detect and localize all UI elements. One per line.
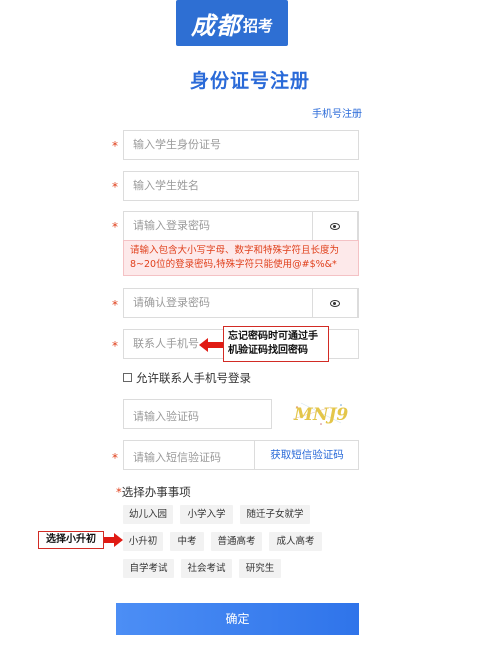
confirm-password-placeholder: 请确认登录密码 bbox=[133, 296, 210, 309]
allow-phone-login-label[interactable]: 允许联系人手机号登录 bbox=[136, 370, 251, 386]
verify-code-input[interactable]: 请输入验证码 bbox=[123, 399, 272, 429]
section-label-text: 选择办事事项 bbox=[121, 485, 191, 499]
tag-zhongkao[interactable]: 中考 bbox=[170, 532, 204, 551]
verify-code-placeholder: 请输入验证码 bbox=[133, 410, 199, 423]
tag-gaokao[interactable]: 普通高考 bbox=[211, 532, 262, 551]
logo-text-main: 成都 bbox=[190, 10, 241, 40]
toggle-password-visibility[interactable] bbox=[312, 211, 358, 241]
student-id-input[interactable]: 输入学生身份证号 bbox=[123, 130, 359, 160]
password-hint: 请输入包含大小写字母、数字和特殊字符且长度为8~20位的登录密码,特殊字符只能使… bbox=[123, 240, 359, 276]
submit-button[interactable]: 确定 bbox=[116, 603, 359, 635]
tag-graduate[interactable]: 研究生 bbox=[239, 559, 281, 578]
required-mark: * bbox=[112, 451, 118, 465]
section-label: *选择办事事项 bbox=[116, 484, 191, 500]
sms-code-placeholder: 请输入短信验证码 bbox=[133, 451, 221, 464]
required-mark: * bbox=[112, 298, 118, 312]
required-mark: * bbox=[112, 139, 118, 153]
captcha-image[interactable]: MNJ9 bbox=[291, 399, 351, 427]
tag-adult-gaokao[interactable]: 成人高考 bbox=[269, 532, 322, 551]
tag-social-exam[interactable]: 社会考试 bbox=[181, 559, 232, 578]
annotation-arrow-left-icon bbox=[199, 338, 223, 352]
annotation-select-tag: 选择小升初 bbox=[38, 531, 104, 549]
student-name-input[interactable]: 输入学生姓名 bbox=[123, 171, 359, 201]
phone-register-link[interactable]: 手机号注册 bbox=[312, 105, 362, 120]
captcha-text: MNJ9 bbox=[293, 405, 348, 425]
required-mark: * bbox=[112, 220, 118, 234]
page-title: 身份证号注册 bbox=[189, 70, 310, 92]
tag-migrant-children[interactable]: 随迁子女就学 bbox=[240, 505, 310, 524]
toggle-confirm-password-visibility[interactable] bbox=[312, 288, 358, 318]
tag-primary-school[interactable]: 小学入学 bbox=[180, 505, 233, 524]
sms-code-input[interactable]: 请输入短信验证码 获取短信验证码 bbox=[123, 440, 359, 470]
annotation-phone-note: 忘记密码时可通过手机验证码找回密码 bbox=[223, 326, 329, 362]
eye-icon bbox=[330, 299, 340, 307]
tag-self-study-exam[interactable]: 自学考试 bbox=[123, 559, 174, 578]
password-placeholder: 请输入登录密码 bbox=[133, 219, 210, 232]
annotation-arrow-right-icon bbox=[104, 533, 123, 547]
get-sms-code-button[interactable]: 获取短信验证码 bbox=[255, 441, 359, 469]
required-mark: * bbox=[112, 339, 118, 353]
logo: 成都 招考 bbox=[176, 0, 288, 46]
eye-icon bbox=[330, 222, 340, 230]
contact-phone-placeholder: 联系人手机号 bbox=[133, 337, 199, 350]
allow-phone-login-checkbox[interactable] bbox=[123, 373, 132, 382]
logo-text-sub: 招考 bbox=[242, 17, 273, 35]
required-mark: * bbox=[112, 180, 118, 194]
confirm-password-input[interactable]: 请确认登录密码 bbox=[123, 288, 359, 318]
tag-kindergarten[interactable]: 幼儿入园 bbox=[123, 505, 173, 524]
student-id-placeholder: 输入学生身份证号 bbox=[133, 138, 221, 151]
student-name-placeholder: 输入学生姓名 bbox=[133, 179, 199, 192]
tag-xiaoshengchu[interactable]: 小升初 bbox=[123, 532, 163, 551]
password-input[interactable]: 请输入登录密码 bbox=[123, 211, 359, 241]
